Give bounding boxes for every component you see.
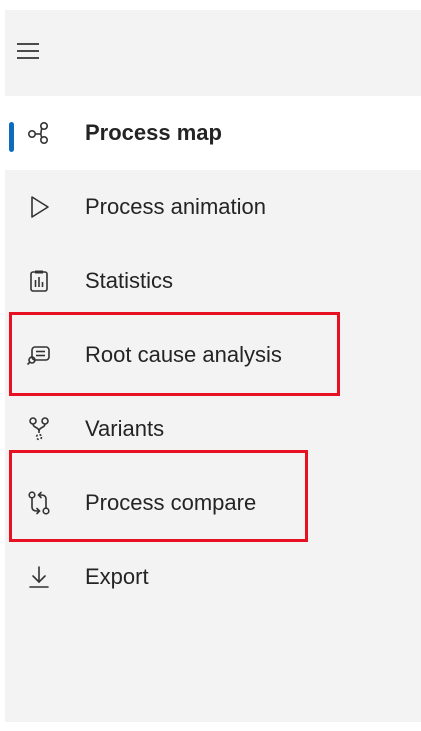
nav-item-process-animation[interactable]: Process animation (5, 170, 421, 244)
nav-list: Process map Process animation Statistics… (5, 96, 421, 614)
nav-item-label: Export (85, 564, 149, 589)
nav-item-root-cause-analysis[interactable]: Root cause analysis (5, 318, 421, 392)
nav-item-label: Process animation (85, 194, 266, 219)
hamburger-icon[interactable] (13, 38, 43, 64)
navigation-pane: Process map Process animation Statistics… (5, 10, 421, 722)
nav-item-process-compare[interactable]: Process compare (5, 466, 421, 540)
nav-item-export[interactable]: Export (5, 540, 421, 614)
play-icon (25, 193, 53, 221)
nav-item-label: Statistics (85, 268, 174, 293)
statistics-icon (25, 267, 53, 295)
nav-item-label: Process compare (85, 490, 257, 515)
root-cause-icon (25, 341, 53, 369)
nav-item-label: Variants (85, 416, 165, 441)
selected-indicator (9, 122, 14, 152)
compare-icon (25, 489, 53, 517)
export-icon (25, 563, 53, 591)
variants-icon (25, 415, 53, 443)
process-map-icon (25, 119, 53, 147)
nav-item-label: Process map (85, 120, 222, 145)
nav-item-label: Root cause analysis (85, 342, 282, 367)
nav-item-process-map[interactable]: Process map (5, 96, 421, 170)
nav-item-variants[interactable]: Variants (5, 392, 421, 466)
nav-item-statistics[interactable]: Statistics (5, 244, 421, 318)
